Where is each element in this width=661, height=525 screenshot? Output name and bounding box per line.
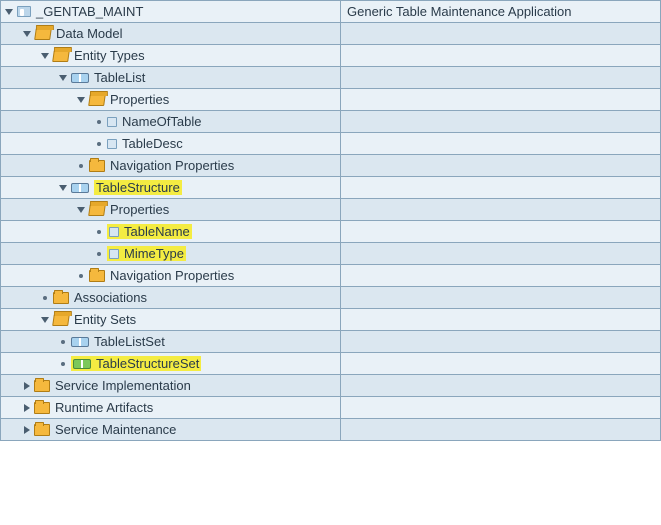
expand-toggle[interactable] [5,9,13,15]
expand-toggle[interactable] [41,317,49,323]
row-tablelist-props[interactable]: Properties [1,89,660,111]
tablename-label: TableName [124,224,190,239]
service-impl-label: Service Implementation [55,378,191,393]
folder-closed-icon [89,270,105,282]
data-model-label: Data Model [56,26,122,41]
folder-open-icon [53,50,69,62]
folder-closed-icon [34,424,50,436]
row-tabledesc[interactable]: TableDesc [1,133,660,155]
expand-toggle[interactable] [41,53,49,59]
row-nameoftable[interactable]: NameOfTable [1,111,660,133]
expand-toggle[interactable] [59,75,67,81]
associations-label: Associations [74,290,147,305]
tablelist-props-label: Properties [110,92,169,107]
entity-icon [71,183,89,193]
property-icon [109,227,119,237]
expand-toggle[interactable] [23,31,31,37]
row-tablestructure-props[interactable]: Properties [1,199,660,221]
entityset-icon [71,337,89,347]
property-icon [109,249,119,259]
expand-toggle[interactable] [77,97,85,103]
tablestructure-navprops-label: Navigation Properties [110,268,234,283]
node-icon [17,6,31,17]
folder-open-icon [89,204,105,216]
expand-toggle[interactable] [24,382,30,390]
row-tablestructureset[interactable]: TableStructureSet [1,353,660,375]
tree-grid: _GENTAB_MAINT Generic Table Maintenance … [0,0,661,441]
row-tablelistset[interactable]: TableListSet [1,331,660,353]
row-tablestructure-navprops[interactable]: Navigation Properties [1,265,660,287]
leaf-marker [79,164,83,168]
mimetype-label: MimeType [124,246,184,261]
service-maint-label: Service Maintenance [55,422,176,437]
row-root[interactable]: _GENTAB_MAINT Generic Table Maintenance … [1,1,660,23]
row-tablelist[interactable]: TableList [1,67,660,89]
folder-closed-icon [34,380,50,392]
expand-toggle[interactable] [24,404,30,412]
entity-types-label: Entity Types [74,48,145,63]
folder-open-icon [89,94,105,106]
entity-icon [71,73,89,83]
row-tablestructure[interactable]: TableStructure [1,177,660,199]
expand-toggle[interactable] [77,207,85,213]
leaf-marker [97,230,101,234]
leaf-marker [97,120,101,124]
leaf-marker [97,252,101,256]
root-desc: Generic Table Maintenance Application [347,4,572,19]
tablestructure-label: TableStructure [94,180,182,195]
leaf-marker [79,274,83,278]
root-label: _GENTAB_MAINT [36,4,143,19]
entityset-icon [73,359,91,369]
row-service-impl[interactable]: Service Implementation [1,375,660,397]
folder-closed-icon [53,292,69,304]
row-tablename[interactable]: TableName [1,221,660,243]
tablelist-navprops-label: Navigation Properties [110,158,234,173]
expand-toggle[interactable] [24,426,30,434]
folder-closed-icon [89,160,105,172]
row-runtime[interactable]: Runtime Artifacts [1,397,660,419]
row-associations[interactable]: Associations [1,287,660,309]
tablestructureset-label: TableStructureSet [96,356,199,371]
row-service-maint[interactable]: Service Maintenance [1,419,660,441]
property-icon [107,117,117,127]
leaf-marker [97,142,101,146]
tablelist-label: TableList [94,70,145,85]
row-entity-sets[interactable]: Entity Sets [1,309,660,331]
property-icon [107,139,117,149]
folder-open-icon [35,28,51,40]
folder-closed-icon [34,402,50,414]
tabledesc-label: TableDesc [122,136,183,151]
tablestructure-props-label: Properties [110,202,169,217]
entity-sets-label: Entity Sets [74,312,136,327]
nameoftable-label: NameOfTable [122,114,201,129]
row-entity-types[interactable]: Entity Types [1,45,660,67]
folder-open-icon [53,314,69,326]
row-data-model[interactable]: Data Model [1,23,660,45]
leaf-marker [61,362,65,366]
expand-toggle[interactable] [59,185,67,191]
tablelistset-label: TableListSet [94,334,165,349]
runtime-label: Runtime Artifacts [55,400,153,415]
row-mimetype[interactable]: MimeType [1,243,660,265]
leaf-marker [61,340,65,344]
row-tablelist-navprops[interactable]: Navigation Properties [1,155,660,177]
leaf-marker [43,296,47,300]
